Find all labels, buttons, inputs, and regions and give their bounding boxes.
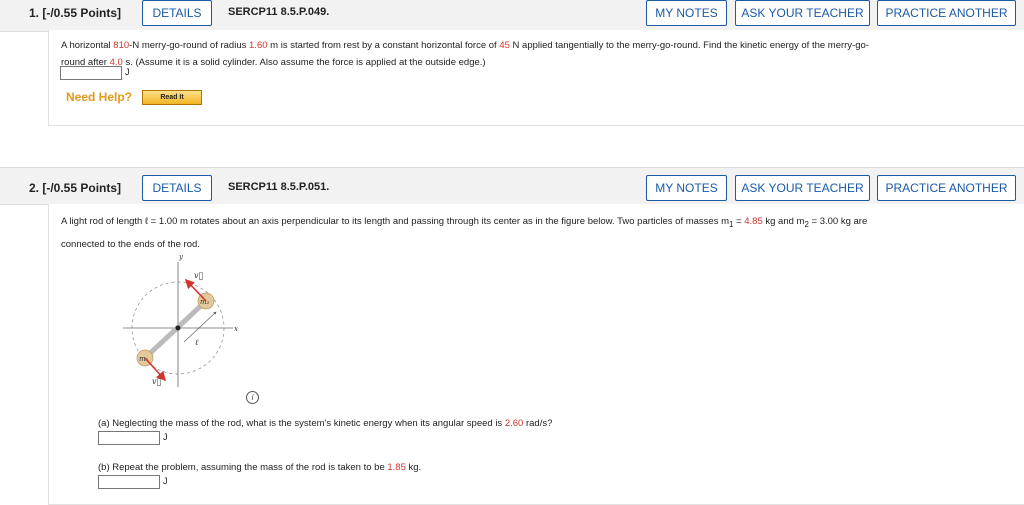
- answer-input-part-a[interactable]: [98, 431, 160, 445]
- m1-label: m₁: [139, 355, 149, 363]
- details-button[interactable]: DETAILS: [142, 0, 212, 26]
- answer-input-q1[interactable]: [60, 66, 122, 80]
- force-value: 45: [499, 40, 510, 51]
- answer-input-part-b[interactable]: [98, 475, 160, 489]
- radius-value: 1.60: [249, 40, 268, 51]
- info-icon[interactable]: i: [246, 391, 259, 404]
- question-1-code: SERCP11 8.5.P.049.: [228, 6, 330, 18]
- practice-another-button[interactable]: PRACTICE ANOTHER: [877, 0, 1016, 26]
- text: -N merry-go-round of radius: [129, 40, 250, 51]
- question-2-number: 2. [-/0.55 Points]: [29, 181, 122, 195]
- omega-value: 2.60: [504, 418, 524, 429]
- velocity-label-bottom: v⃗: [152, 377, 162, 386]
- mass-value: 810: [113, 40, 130, 51]
- x-axis-label: x: [234, 325, 238, 333]
- ask-teacher-button[interactable]: ASK YOUR TEACHER: [735, 175, 870, 201]
- question-1-number: 1. [-/0.55 Points]: [29, 6, 122, 20]
- rod-mass-value: 1.85: [387, 462, 406, 473]
- text: = 3.00 kg are: [808, 216, 868, 227]
- question-1-text: A horizontal 810-N merry-go-round of rad…: [61, 37, 1011, 71]
- text: N applied tangentially to the merry-go-r…: [509, 40, 869, 51]
- text: A horizontal: [61, 40, 114, 51]
- text: A light rod of length ℓ = 1.00 m rotates…: [61, 216, 730, 227]
- text: =: [733, 216, 745, 227]
- text: kg.: [405, 462, 422, 473]
- text: s. (Assume it is a solid cylinder. Also …: [122, 57, 486, 68]
- text: kg and m: [762, 216, 805, 227]
- text: m is started from rest by a constant hor…: [267, 40, 500, 51]
- my-notes-button[interactable]: MY NOTES: [646, 175, 727, 201]
- part-a-text: (a) Neglecting the mass of the rod, what…: [98, 415, 552, 432]
- ask-teacher-button[interactable]: ASK YOUR TEACHER: [735, 0, 870, 26]
- y-axis-label: y: [178, 253, 184, 261]
- need-help-label: Need Help?: [66, 90, 133, 104]
- my-notes-button[interactable]: MY NOTES: [646, 0, 727, 26]
- velocity-arrow-top: [184, 278, 207, 302]
- unit-label: J: [163, 432, 168, 442]
- details-button[interactable]: DETAILS: [142, 175, 212, 201]
- unit-label: J: [125, 67, 130, 77]
- text: connected to the ends of the rod.: [61, 238, 200, 250]
- practice-another-button[interactable]: PRACTICE ANOTHER: [877, 175, 1016, 201]
- rod: [142, 298, 209, 361]
- rotating-rod-figure: y x m₂ m₁ v⃗ v⃗ ℓ: [123, 253, 238, 387]
- m1-value: 4.85: [744, 216, 763, 227]
- part-b-text: (b) Repeat the problem, assuming the mas…: [98, 459, 421, 476]
- question-2-text: A light rod of length ℓ = 1.00 m rotates…: [61, 212, 1011, 255]
- text: (b) Repeat the problem, assuming the mas…: [98, 462, 388, 473]
- length-label: ℓ: [195, 338, 199, 347]
- unit-label: J: [163, 476, 168, 486]
- pivot: [175, 325, 181, 331]
- text: (a) Neglecting the mass of the rod, what…: [98, 418, 505, 429]
- velocity-label-top: v⃗: [194, 271, 204, 280]
- question-2-code: SERCP11 8.5.P.051.: [228, 181, 330, 193]
- read-it-button[interactable]: Read It: [142, 90, 202, 105]
- text: rad/s?: [523, 418, 553, 429]
